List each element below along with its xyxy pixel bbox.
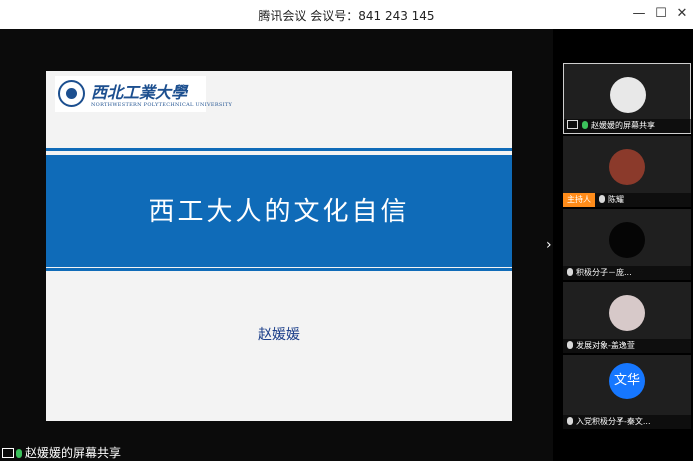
mic-muted-icon — [599, 195, 605, 203]
logo-chinese-text: 西北工業大學 — [91, 83, 188, 102]
sharing-status-bar: 赵媛媛的屏幕共享 — [0, 445, 200, 461]
presentation-slide: 西北工業大學 NORTHWESTERN POLYTECHNICAL UNIVER… — [46, 71, 512, 421]
avatar — [609, 222, 645, 258]
seal-icon — [58, 80, 85, 107]
participants-panel: 赵媛媛的屏幕共享 主持人 陈耀 积极分子－庞... 发展对象-盖逸萱 文华 入党积… — [563, 63, 692, 429]
close-icon[interactable]: ✕ — [671, 3, 693, 25]
logo-english-text: NORTHWESTERN POLYTECHNICAL UNIVERSITY — [91, 102, 233, 108]
divider-bottom — [46, 268, 512, 271]
window-title: 腾讯会议 会议号：841 243 145 — [258, 9, 435, 23]
participant-name-bar: 积极分子－庞... — [563, 266, 691, 280]
participant-name: 发展对象-盖逸萱 — [576, 341, 635, 350]
maximize-icon[interactable]: ☐ — [650, 3, 672, 25]
mic-icon — [16, 449, 22, 458]
participant-tile[interactable]: 赵媛媛的屏幕共享 — [563, 63, 692, 134]
slide-title: 西工大人的文化自信 — [148, 197, 410, 227]
participant-name: 积极分子－庞... — [576, 268, 632, 277]
participant-name-bar: 赵媛媛的屏幕共享 — [564, 119, 692, 133]
participant-name-bar: 主持人 陈耀 — [563, 193, 691, 207]
participant-tile[interactable]: 主持人 陈耀 — [563, 136, 691, 207]
participant-name-bar: 发展对象-盖逸萱 — [563, 339, 691, 353]
divider-top — [46, 148, 512, 151]
avatar — [609, 295, 645, 331]
host-badge: 主持人 — [563, 193, 595, 207]
avatar — [609, 149, 645, 185]
participant-name: 陈耀 — [608, 195, 624, 204]
chevron-right-icon[interactable]: › — [546, 236, 560, 254]
chevron-down-icon[interactable]: ⌄ — [600, 410, 640, 428]
mic-muted-icon — [567, 341, 573, 349]
sharing-label: 赵媛媛的屏幕共享 — [25, 446, 122, 460]
slide-author: 赵媛媛 — [258, 327, 300, 343]
title-band: 西工大人的文化自信 — [46, 155, 512, 267]
participant-name: 赵媛媛的屏幕共享 — [591, 121, 655, 130]
participant-tile[interactable]: 发展对象-盖逸萱 — [563, 282, 691, 353]
mic-muted-icon — [567, 268, 573, 276]
screen-share-icon — [2, 448, 14, 458]
university-logo: 西北工業大學 NORTHWESTERN POLYTECHNICAL UNIVER… — [55, 76, 232, 112]
participant-tile[interactable]: 积极分子－庞... — [563, 209, 691, 280]
avatar — [610, 77, 646, 113]
title-bar: 腾讯会议 会议号：841 243 145 — ☐ ✕ — [0, 0, 693, 29]
minimize-icon[interactable]: — — [628, 3, 650, 25]
mic-icon — [582, 121, 588, 129]
mic-muted-icon — [567, 417, 573, 425]
avatar: 文华 — [609, 363, 645, 399]
screen-share-icon — [567, 120, 578, 129]
